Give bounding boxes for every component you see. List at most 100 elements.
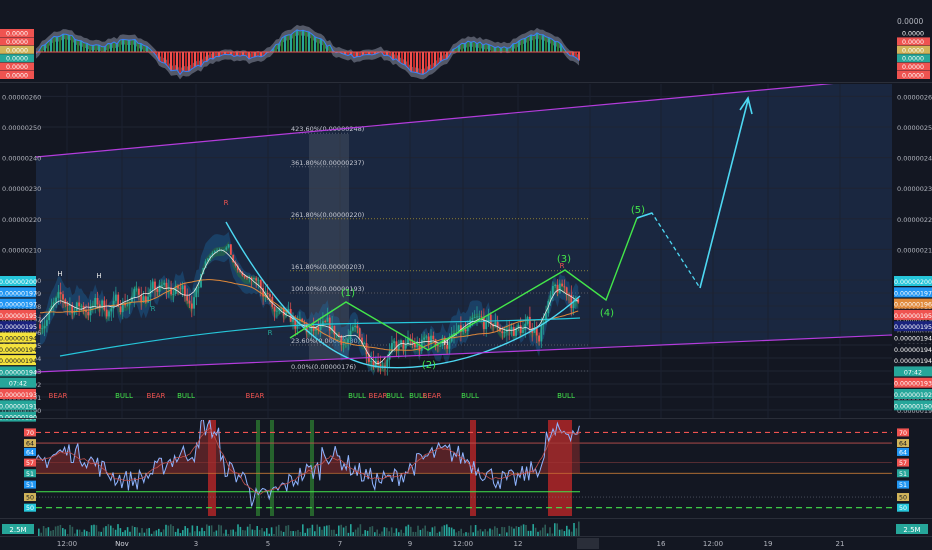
volume-bar bbox=[86, 531, 88, 536]
volume-bar bbox=[153, 531, 155, 536]
candle-body bbox=[480, 316, 483, 318]
candle-body bbox=[119, 306, 122, 313]
rsi-label-left: 50 bbox=[26, 495, 34, 502]
volume-bar bbox=[246, 526, 249, 536]
volume-bar bbox=[76, 529, 78, 536]
volume-bar bbox=[434, 526, 436, 536]
candle-body bbox=[563, 286, 566, 288]
volume-bar bbox=[263, 531, 266, 536]
volume-bar bbox=[366, 530, 369, 536]
volume-bar bbox=[74, 533, 76, 536]
volume-bar bbox=[42, 525, 45, 536]
price-tick-label: 0.00000250 bbox=[897, 124, 932, 132]
volume-bar bbox=[390, 527, 393, 536]
candle-body bbox=[351, 327, 354, 331]
oscillator-pane[interactable]: 0.0000 0.00000.00000.00000.00000.00000.0… bbox=[0, 0, 930, 82]
candle-body bbox=[181, 285, 184, 290]
oscillator-y-axis: 0.0000 bbox=[897, 17, 923, 26]
price-tick-label-left: 0.00000250 bbox=[2, 124, 41, 132]
volume-bar bbox=[333, 529, 335, 536]
oscillator-label-left: 0.0000 bbox=[6, 31, 28, 38]
candle-body bbox=[273, 306, 276, 312]
volume-bar bbox=[484, 529, 486, 536]
time-cursor-box bbox=[577, 538, 599, 549]
candle-body bbox=[485, 320, 488, 330]
volume-bar bbox=[254, 530, 256, 536]
candle-body bbox=[529, 316, 531, 329]
volume-bar bbox=[510, 526, 513, 536]
candle-body bbox=[437, 345, 439, 347]
volume-bar bbox=[359, 524, 362, 536]
volume-bar bbox=[518, 526, 520, 536]
trading-chart[interactable]: 0.0000 0.00000.00000.00000.00000.00000.0… bbox=[0, 0, 932, 550]
volume-bar bbox=[376, 529, 378, 536]
volume-bar bbox=[71, 526, 74, 536]
volume-bar bbox=[57, 525, 59, 536]
volume-bar bbox=[522, 524, 525, 536]
price-label-left: 0.00000200 bbox=[0, 279, 37, 286]
rsi-label-right: 51 bbox=[899, 471, 907, 478]
volume-bar bbox=[280, 530, 282, 536]
candle-body bbox=[416, 344, 419, 348]
candle-body bbox=[558, 283, 561, 293]
volume-bar bbox=[66, 533, 69, 536]
volume-bar bbox=[364, 530, 366, 536]
oscillator-label-right: 0.0000 bbox=[902, 39, 924, 46]
candle-body bbox=[186, 295, 189, 301]
volume-bar bbox=[458, 531, 460, 536]
volume-bar bbox=[114, 529, 117, 536]
rsi-label-left: 64 bbox=[26, 441, 34, 448]
volume-bar bbox=[210, 525, 213, 536]
volume-bar bbox=[578, 521, 580, 536]
price-label-left: 0.00000197 bbox=[0, 302, 37, 309]
price-label-left: 0.00000191 bbox=[0, 403, 37, 410]
volume-bar bbox=[90, 525, 93, 536]
candle-body bbox=[257, 279, 260, 281]
volume-bar bbox=[158, 528, 160, 536]
volume-bar bbox=[110, 525, 112, 536]
volume-bar bbox=[196, 525, 198, 536]
volume-bar bbox=[494, 526, 496, 536]
candle-body bbox=[225, 247, 228, 250]
volume-bar bbox=[208, 525, 210, 536]
price-label-right: 0.00000196 bbox=[894, 302, 932, 309]
volume-bar bbox=[237, 524, 239, 536]
volume-bar bbox=[95, 525, 98, 536]
rsi-label-right: 64 bbox=[899, 441, 907, 448]
candle-body bbox=[80, 305, 83, 307]
oscillator-tick-label: 0.0000 bbox=[897, 17, 923, 26]
candle-body bbox=[46, 320, 48, 326]
volume-bar bbox=[230, 529, 232, 536]
time-tick-label: 21 bbox=[836, 540, 845, 548]
signal-label: BULL bbox=[557, 392, 575, 400]
rsi-highlight-band bbox=[270, 420, 274, 516]
rsi-left-labels: 70 6464 57 51 51 50 50 bbox=[24, 428, 36, 512]
volume-bar bbox=[52, 529, 54, 536]
volume-bar bbox=[54, 526, 57, 536]
price-tick-label: 0.00000230 bbox=[897, 185, 932, 193]
volume-bar bbox=[268, 533, 270, 536]
volume-bar bbox=[167, 525, 170, 536]
candle-body bbox=[386, 359, 389, 367]
candle-body bbox=[75, 302, 78, 312]
candle-body bbox=[110, 308, 113, 312]
volume-bar bbox=[520, 525, 522, 536]
volume-bar bbox=[155, 530, 158, 536]
volume-bar bbox=[338, 525, 340, 536]
volume-bar bbox=[122, 532, 124, 536]
candle-body bbox=[464, 329, 467, 332]
candle-body bbox=[223, 249, 225, 251]
pattern-marker: R bbox=[560, 262, 565, 270]
pattern-marker: R bbox=[151, 305, 156, 313]
candle-body bbox=[358, 328, 361, 338]
time-tick-label: 19 bbox=[764, 540, 773, 548]
candle-body bbox=[425, 336, 428, 338]
candle-body bbox=[324, 321, 327, 323]
time-tick-label: 9 bbox=[408, 540, 412, 548]
oscillator-label-left: 0.0000 bbox=[6, 47, 28, 54]
volume-bar bbox=[213, 531, 215, 536]
volume-bar bbox=[426, 531, 429, 536]
volume-bar bbox=[282, 531, 285, 536]
price-tick-label-left: 0.00000230 bbox=[2, 185, 41, 193]
candle-body bbox=[510, 327, 513, 330]
